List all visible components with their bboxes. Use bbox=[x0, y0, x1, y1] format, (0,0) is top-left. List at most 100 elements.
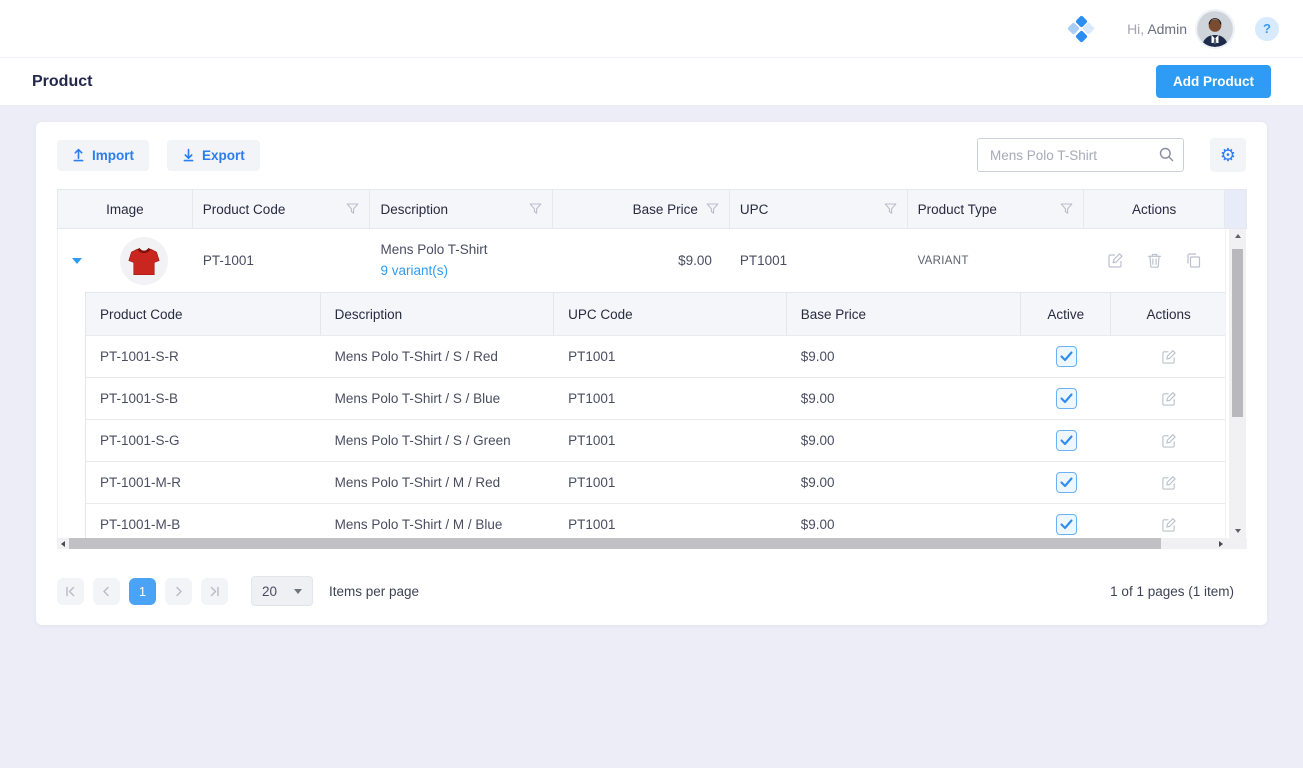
scroll-left-arrow-icon[interactable] bbox=[57, 538, 69, 549]
check-icon bbox=[1060, 477, 1073, 488]
edit-icon bbox=[1161, 517, 1177, 533]
filter-icon[interactable] bbox=[884, 203, 897, 215]
page-title: Product bbox=[32, 73, 92, 91]
product-card: Import Export ⚙ Image Product Code Descr… bbox=[36, 122, 1267, 625]
edit-icon bbox=[1107, 252, 1124, 269]
pagination: 1 20 Items per page 1 of 1 pages (1 item… bbox=[57, 576, 1246, 606]
greeting-prefix: Hi, bbox=[1127, 21, 1144, 37]
export-label: Export bbox=[202, 148, 245, 163]
filter-icon[interactable] bbox=[706, 203, 719, 215]
page-summary: 1 of 1 pages (1 item) bbox=[1110, 584, 1234, 599]
variant-column-upc: UPC Code bbox=[554, 293, 787, 335]
active-checkbox[interactable] bbox=[1056, 346, 1077, 367]
toolbar: Import Export ⚙ bbox=[57, 138, 1246, 172]
horizontal-scroll-track[interactable] bbox=[69, 538, 1215, 549]
active-checkbox[interactable] bbox=[1056, 430, 1077, 451]
edit-variant-button[interactable] bbox=[1161, 391, 1177, 407]
edit-icon bbox=[1161, 349, 1177, 365]
next-page-icon bbox=[173, 586, 184, 597]
horizontal-scrollbar[interactable] bbox=[57, 538, 1247, 549]
help-icon[interactable]: ? bbox=[1255, 17, 1279, 41]
import-label: Import bbox=[92, 148, 134, 163]
vertical-scroll-track[interactable] bbox=[1232, 243, 1243, 524]
check-icon bbox=[1060, 435, 1073, 446]
copy-button[interactable] bbox=[1185, 252, 1202, 269]
export-button[interactable]: Export bbox=[167, 140, 260, 171]
active-checkbox[interactable] bbox=[1056, 514, 1077, 535]
product-image bbox=[120, 237, 168, 285]
variant-upc-cell: PT1001 bbox=[554, 462, 787, 503]
edit-button[interactable] bbox=[1107, 252, 1124, 269]
import-button[interactable]: Import bbox=[57, 140, 149, 171]
variant-column-actions: Actions bbox=[1111, 293, 1226, 335]
user-greeting: Hi, Admin bbox=[1127, 21, 1187, 37]
edit-variant-button[interactable] bbox=[1161, 433, 1177, 449]
table-body: PT-1001 Mens Polo T-Shirt 9 variant(s) $… bbox=[57, 229, 1226, 538]
variant-code-cell: PT-1001-S-G bbox=[86, 420, 321, 461]
variant-description-cell: Mens Polo T-Shirt / S / Green bbox=[321, 420, 555, 461]
row-actions bbox=[1084, 252, 1225, 269]
add-product-button[interactable]: Add Product bbox=[1156, 65, 1271, 98]
edit-icon bbox=[1161, 475, 1177, 491]
search-input[interactable] bbox=[977, 138, 1184, 172]
first-page-button[interactable] bbox=[57, 578, 84, 605]
edit-icon bbox=[1161, 433, 1177, 449]
filter-icon[interactable] bbox=[529, 203, 542, 215]
next-page-button[interactable] bbox=[165, 578, 192, 605]
variant-price-cell: $9.00 bbox=[787, 378, 1022, 419]
edit-variant-button[interactable] bbox=[1161, 517, 1177, 533]
product-type-cell: VARIANT bbox=[908, 255, 1085, 267]
import-icon bbox=[72, 148, 85, 162]
delete-button[interactable] bbox=[1146, 252, 1163, 269]
variant-price-cell: $9.00 bbox=[787, 336, 1022, 377]
edit-variant-button[interactable] bbox=[1161, 349, 1177, 365]
scrollbar-corner bbox=[1227, 538, 1247, 549]
active-checkbox[interactable] bbox=[1056, 472, 1077, 493]
variants-link[interactable]: 9 variant(s) bbox=[381, 261, 544, 281]
page-size-value: 20 bbox=[262, 584, 277, 599]
last-page-icon bbox=[209, 586, 220, 597]
upc-cell: PT1001 bbox=[730, 253, 908, 268]
product-table: Image Product Code Description Base Pric… bbox=[57, 189, 1247, 549]
topbar: Hi, Admin ? bbox=[0, 0, 1303, 58]
vertical-scroll-thumb[interactable] bbox=[1232, 249, 1243, 417]
gear-icon: ⚙ bbox=[1220, 146, 1236, 164]
avatar-image bbox=[1197, 11, 1233, 47]
page-size-select[interactable]: 20 bbox=[251, 576, 313, 606]
variant-code-cell: PT-1001-M-B bbox=[86, 504, 321, 538]
row-expander-icon[interactable] bbox=[72, 258, 82, 264]
variant-upc-cell: PT1001 bbox=[554, 378, 787, 419]
first-page-icon bbox=[65, 586, 76, 597]
variant-code-cell: PT-1001-S-B bbox=[86, 378, 321, 419]
prev-page-button[interactable] bbox=[93, 578, 120, 605]
product-description: Mens Polo T-Shirt bbox=[381, 240, 544, 260]
variant-row: PT-1001-S-GMens Polo T-Shirt / S / Green… bbox=[86, 419, 1226, 461]
product-description-cell: Mens Polo T-Shirt 9 variant(s) bbox=[371, 240, 554, 281]
scroll-up-arrow-icon[interactable] bbox=[1235, 229, 1241, 243]
avatar[interactable] bbox=[1197, 11, 1233, 47]
filter-icon[interactable] bbox=[1060, 203, 1073, 215]
last-page-button[interactable] bbox=[201, 578, 228, 605]
page-number-button[interactable]: 1 bbox=[129, 578, 156, 605]
column-header-product-code: Product Code bbox=[193, 190, 371, 228]
variant-code-cell: PT-1001-S-R bbox=[86, 336, 321, 377]
settings-button[interactable]: ⚙ bbox=[1210, 138, 1246, 172]
variant-upc-cell: PT1001 bbox=[554, 420, 787, 461]
scrollbar-header-spacer bbox=[1225, 190, 1246, 228]
copy-icon bbox=[1185, 252, 1202, 269]
scroll-right-arrow-icon[interactable] bbox=[1215, 538, 1227, 549]
variant-column-product-code: Product Code bbox=[86, 293, 321, 335]
vertical-scrollbar[interactable] bbox=[1229, 229, 1246, 538]
items-per-page-label: Items per page bbox=[329, 584, 419, 599]
horizontal-scroll-thumb[interactable] bbox=[69, 538, 1161, 549]
apps-icon[interactable] bbox=[1069, 17, 1093, 41]
scroll-down-arrow-icon[interactable] bbox=[1235, 524, 1241, 538]
edit-variant-button[interactable] bbox=[1161, 475, 1177, 491]
edit-icon bbox=[1161, 391, 1177, 407]
export-icon bbox=[182, 148, 195, 162]
filter-icon[interactable] bbox=[346, 203, 359, 215]
variants-detail: Product Code Description UPC Code Base P… bbox=[58, 292, 1225, 538]
check-icon bbox=[1060, 393, 1073, 404]
column-header-actions: Actions bbox=[1084, 190, 1225, 228]
active-checkbox[interactable] bbox=[1056, 388, 1077, 409]
